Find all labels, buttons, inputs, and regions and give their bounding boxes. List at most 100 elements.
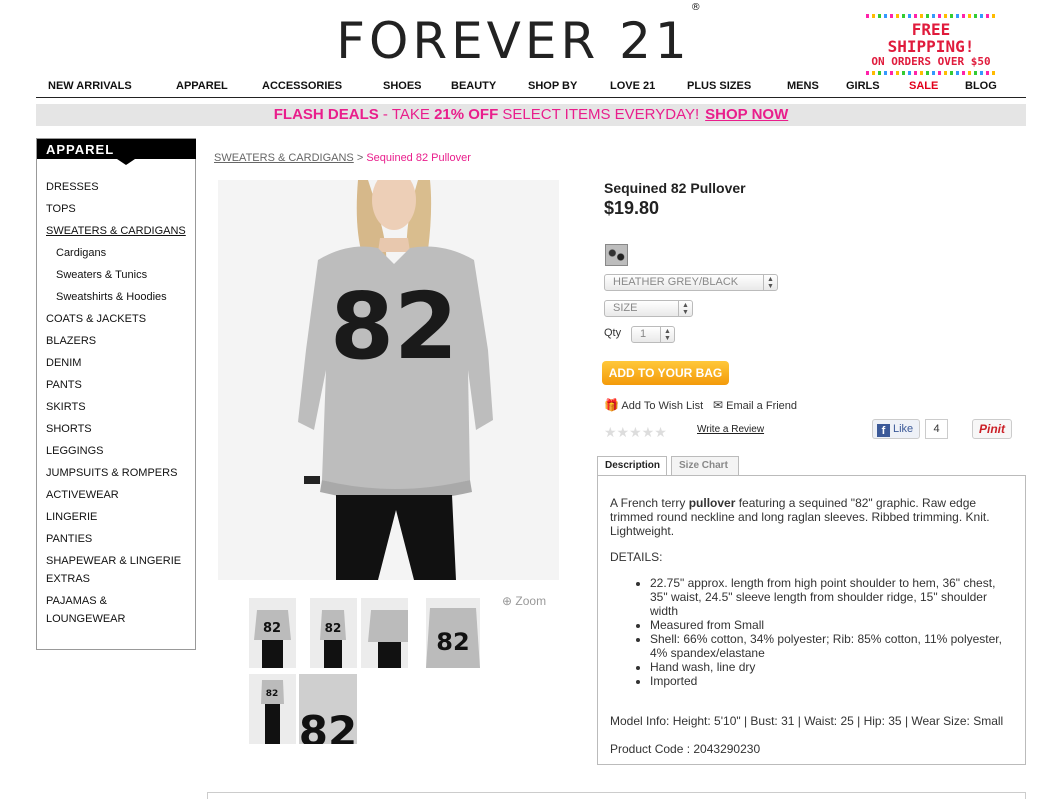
svg-text:82: 82 (299, 707, 357, 744)
breadcrumb-current: Sequined 82 Pullover (366, 152, 471, 164)
product-thumbnail-1[interactable]: 82 (249, 598, 296, 668)
qty-label: Qty (604, 327, 622, 339)
details-list: 22.75" approx. length from high point sh… (650, 576, 1015, 688)
free-shipping-banner[interactable]: FREE SHIPPING! ON ORDERS OVER $50 (864, 14, 998, 75)
envelope-icon: ✉ (713, 398, 724, 412)
nav-mens[interactable]: MENS (787, 80, 819, 92)
size-select[interactable]: SIZE ▲ ▼ (604, 300, 693, 317)
product-thumbnail-2[interactable]: 82 (310, 598, 357, 668)
product-thumbnail-3[interactable] (361, 598, 408, 668)
nav-plus-sizes[interactable]: PLUS SIZES (687, 80, 751, 92)
thumbnail-side-image: 82 (310, 598, 357, 668)
shop-now-link[interactable]: SHOP NOW (705, 106, 788, 123)
sidebar-item-leggings[interactable]: LEGGINGS (46, 442, 103, 460)
email-friend-label: Email a Friend (726, 400, 798, 412)
confetti-decoration (866, 71, 996, 75)
pinterest-button[interactable]: Pinit (972, 419, 1012, 439)
svg-text:82: 82 (266, 689, 279, 699)
product-code: Product Code : 2043290230 (610, 742, 761, 756)
facebook-like-button[interactable]: f Like (872, 419, 920, 439)
flash-text-2: SELECT ITEMS EVERYDAY! (498, 106, 700, 123)
details-label: DETAILS: (610, 550, 663, 564)
nav-accessories[interactable]: ACCESSORIES (262, 80, 342, 92)
nav-blog[interactable]: BLOG (965, 80, 997, 92)
sidebar-item-pants[interactable]: PANTS (46, 376, 82, 394)
sidebar-item-activewear[interactable]: ACTIVEWEAR (46, 486, 119, 504)
svg-text:82: 82 (436, 628, 469, 656)
size-select-value: SIZE (613, 302, 638, 314)
flash-percent: 21% OFF (434, 106, 499, 123)
product-title: Sequined 82 Pullover (604, 180, 746, 196)
sidebar-item-dresses[interactable]: DRESSES (46, 178, 99, 196)
flash-deals-label: FLASH DEALS (273, 106, 379, 123)
sidebar-item-denim[interactable]: DENIM (46, 354, 81, 372)
sidebar-item-loungewear[interactable]: LOUNGEWEAR (46, 610, 125, 628)
sidebar-item-blazers[interactable]: BLAZERS (46, 332, 96, 350)
nav-apparel[interactable]: APPAREL (176, 80, 228, 92)
rating-stars: ★★★★★ (604, 424, 667, 440)
sidebar-item-shapewear-lingerie[interactable]: SHAPEWEAR & LINGERIE (46, 552, 181, 570)
sidebar-item-jumpsuits-rompers[interactable]: JUMPSUITS & ROMPERS (46, 464, 177, 482)
nav-love21[interactable]: LOVE 21 (610, 80, 655, 92)
sidebar-title: APPAREL (37, 139, 196, 165)
zoom-button[interactable]: ⊕ Zoom (502, 594, 546, 608)
nav-shoes[interactable]: SHOES (383, 80, 422, 92)
product-price: $19.80 (604, 198, 660, 218)
sidebar-item-shorts[interactable]: SHORTS (46, 420, 92, 438)
sidebar-item-coats-jackets[interactable]: COATS & JACKETS (46, 310, 146, 328)
free-shipping-title: FREE SHIPPING! (887, 20, 975, 56)
breadcrumb-separator: > (353, 152, 367, 164)
list-item: Hand wash, line dry (650, 660, 1015, 674)
flash-text: - TAKE (378, 106, 435, 123)
nav-girls[interactable]: GIRLS (846, 80, 880, 92)
product-main-image[interactable]: 82 (218, 180, 559, 580)
tab-size-chart[interactable]: Size Chart (671, 456, 739, 475)
sidebar-item-extras[interactable]: EXTRAS (46, 570, 90, 588)
product-thumbnail-6[interactable]: 82 (299, 674, 357, 744)
email-friend-link[interactable]: ✉ Email a Friend (713, 398, 797, 412)
sidebar-item-sweaters-cardigans[interactable]: SWEATERS & CARDIGANS (46, 222, 186, 240)
like-count: 4 (925, 419, 948, 439)
wishlist-label: Add To Wish List (621, 400, 704, 412)
color-select[interactable]: HEATHER GREY/BLACK ▲ ▼ (604, 274, 778, 291)
color-swatch[interactable] (605, 244, 628, 266)
breadcrumb: SWEATERS & CARDIGANS > Sequined 82 Pullo… (214, 152, 471, 164)
list-item: Measured from Small (650, 618, 1015, 632)
qty-select[interactable]: 1 ▲ ▼ (631, 326, 675, 343)
category-sidebar: APPAREL DRESSES TOPS SWEATERS & CARDIGAN… (36, 138, 196, 650)
product-thumbnail-5[interactable]: 82 (249, 674, 296, 744)
nav-beauty[interactable]: BEAUTY (451, 80, 496, 92)
nav-sale[interactable]: SALE (909, 80, 938, 92)
select-arrows-icon: ▲ ▼ (763, 275, 777, 290)
write-review-link[interactable]: Write a Review (697, 424, 764, 435)
add-to-bag-button[interactable]: ADD TO YOUR BAG (602, 361, 729, 385)
tab-description[interactable]: Description (597, 456, 667, 476)
breadcrumb-parent[interactable]: SWEATERS & CARDIGANS (214, 152, 354, 164)
flash-deals-banner[interactable]: FLASH DEALS - TAKE 21% OFF SELECT ITEMS … (36, 104, 1026, 126)
confetti-decoration (866, 14, 996, 18)
sidebar-item-panties[interactable]: PANTIES (46, 530, 92, 548)
gift-icon: 🎁 (604, 398, 619, 412)
model-wearing-pullover-image: 82 (218, 180, 559, 580)
sidebar-item-sweaters-tunics[interactable]: Sweaters & Tunics (56, 266, 147, 284)
list-item: Shell: 66% cotton, 34% polyester; Rib: 8… (650, 632, 1015, 660)
sidebar-item-cardigans[interactable]: Cardigans (56, 244, 106, 262)
list-item: 22.75" approx. length from high point sh… (650, 576, 1015, 618)
product-thumbnail-4[interactable]: 82 (426, 598, 480, 668)
sidebar-item-lingerie[interactable]: LINGERIE (46, 508, 97, 526)
sidebar-item-sweatshirts-hoodies[interactable]: Sweatshirts & Hoodies (56, 288, 167, 306)
add-to-wishlist-link[interactable]: 🎁 Add To Wish List (604, 398, 703, 412)
nav-shop-by[interactable]: SHOP BY (528, 80, 577, 92)
svg-text:82: 82 (325, 621, 342, 635)
sidebar-item-skirts[interactable]: SKIRTS (46, 398, 86, 416)
nav-new-arrivals[interactable]: NEW ARRIVALS (48, 80, 132, 92)
sidebar-item-pajamas[interactable]: PAJAMAS & (46, 592, 107, 610)
sidebar-item-tops[interactable]: TOPS (46, 200, 76, 218)
facebook-icon: f (877, 424, 890, 437)
zoom-label: Zoom (515, 594, 547, 608)
free-shipping-subtitle: ON ORDERS OVER $50 (871, 55, 991, 68)
svg-text:82: 82 (330, 273, 458, 380)
description-intro: A French terry pullover featuring a sequ… (610, 496, 990, 538)
list-item: Imported (650, 674, 1015, 688)
thumbnail-full-body-image: 82 (249, 674, 296, 744)
